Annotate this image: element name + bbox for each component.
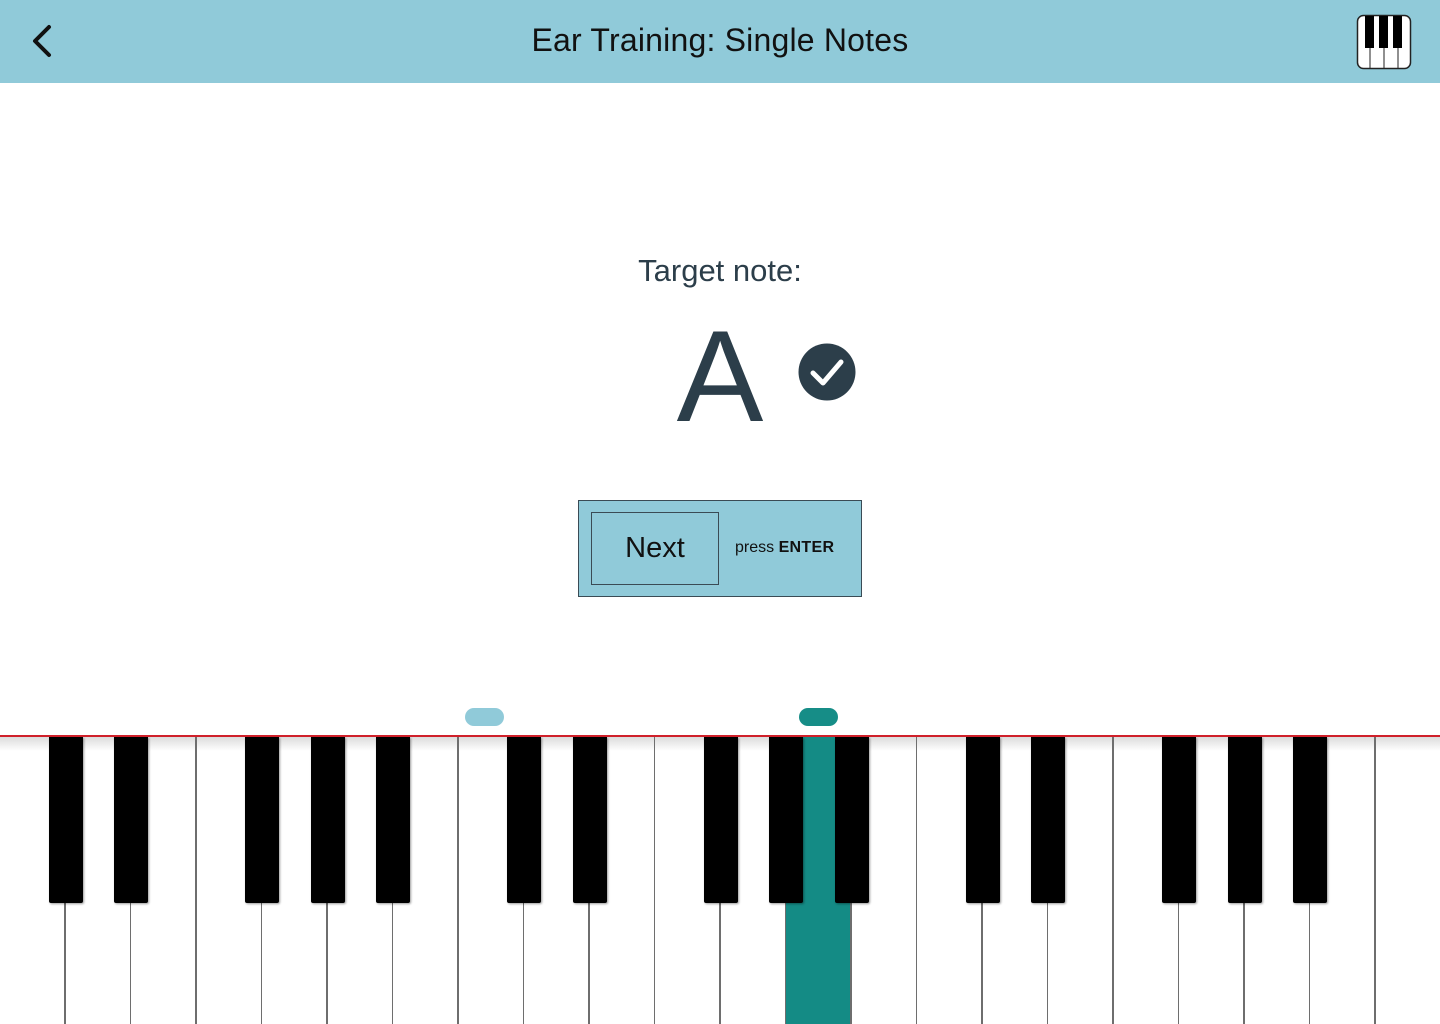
black-key[interactable] <box>48 737 83 903</box>
target-note-value: A <box>676 303 764 449</box>
black-key[interactable] <box>834 737 869 903</box>
piano-keyboard <box>0 735 1440 1024</box>
piano-keyboard-icon <box>1356 14 1412 70</box>
black-key[interactable] <box>769 737 803 903</box>
black-key[interactable] <box>965 737 1000 903</box>
black-key[interactable] <box>310 737 345 903</box>
next-button[interactable]: Next <box>591 512 719 585</box>
black-key[interactable] <box>1293 737 1327 903</box>
black-key[interactable] <box>1031 737 1065 903</box>
black-key[interactable] <box>507 737 541 903</box>
range-high-handle[interactable] <box>799 708 838 726</box>
enter-hint-prefix: press <box>735 539 779 556</box>
black-key[interactable] <box>245 737 279 903</box>
next-panel: Next press ENTER <box>578 500 862 597</box>
range-low-handle[interactable] <box>465 708 504 726</box>
enter-hint-key: ENTER <box>778 539 835 556</box>
check-circle-icon <box>798 343 856 401</box>
black-key[interactable] <box>114 737 148 903</box>
top-bar: Ear Training: Single Notes <box>0 0 1440 83</box>
enter-hint: press ENTER <box>735 539 834 557</box>
target-note-label: Target note: <box>638 253 802 288</box>
black-key[interactable] <box>703 737 738 903</box>
black-key[interactable] <box>376 737 410 903</box>
black-key[interactable] <box>572 737 607 903</box>
black-key[interactable] <box>1162 737 1196 903</box>
black-key[interactable] <box>1227 737 1262 903</box>
page-title: Ear Training: Single Notes <box>531 22 909 58</box>
white-key[interactable] <box>1375 737 1440 1024</box>
piano-settings-button[interactable] <box>1356 14 1412 70</box>
